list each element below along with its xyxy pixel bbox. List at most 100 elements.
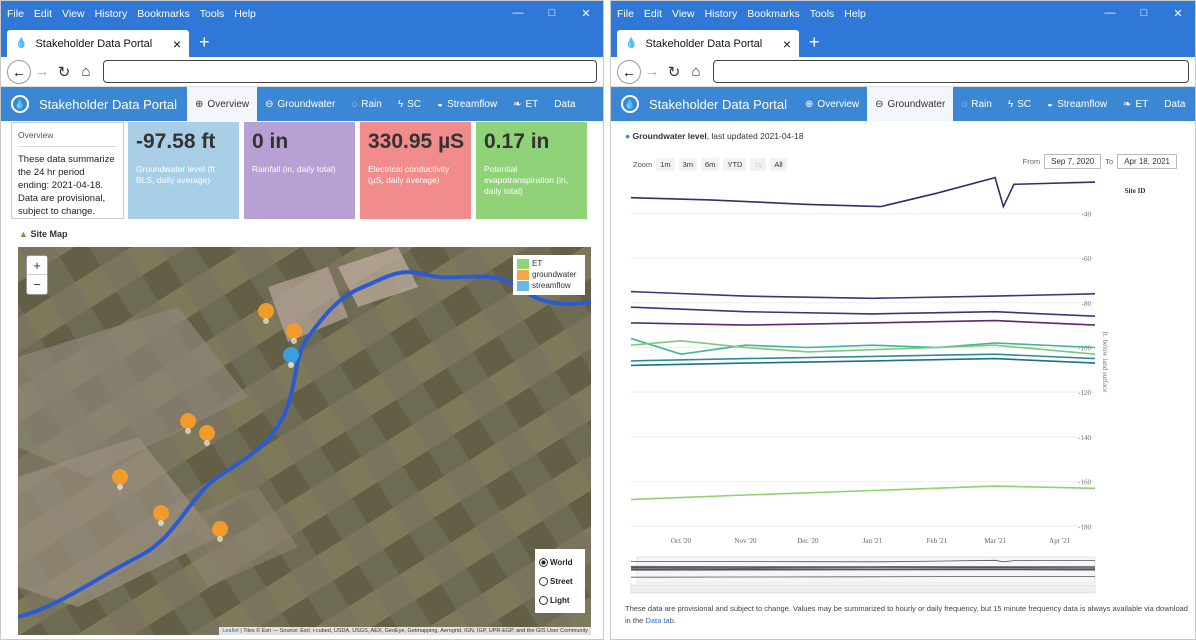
menu-help[interactable]: Help [844, 8, 866, 20]
forward-icon[interactable]: → [641, 63, 663, 80]
app-brand-title: Stakeholder Data Portal [39, 96, 178, 112]
menu-file[interactable]: File [617, 8, 634, 20]
data-tab-link[interactable]: Data tab [645, 616, 673, 625]
menu-help[interactable]: Help [234, 8, 256, 20]
menu-bookmarks[interactable]: Bookmarks [747, 8, 800, 20]
groundwater-marker[interactable] [112, 469, 129, 503]
zoom-label: Zoom [633, 160, 653, 169]
nav-tab-rain[interactable]: ◌ Rain [953, 87, 1000, 121]
series-line-5[interactable] [630, 337, 1096, 356]
close-window-button[interactable]: ✕ [569, 7, 603, 20]
navigation-toolbar: ← → ↻ ⌂ [1, 57, 603, 87]
close-tab-icon[interactable]: × [173, 36, 181, 52]
nav-tab-et[interactable]: ❧ ET [505, 87, 546, 121]
minimize-button[interactable]: — [501, 7, 535, 20]
navigation-toolbar: ← → ↻ ⌂ [611, 57, 1195, 87]
groundwater-marker[interactable] [258, 303, 275, 337]
nav-tab-rain[interactable]: ◌ Rain [343, 87, 390, 121]
series-line-9[interactable] [630, 485, 1096, 501]
nav-label: Overview [817, 98, 860, 110]
x-tick-label: Nov '20 [734, 537, 757, 545]
minimize-button[interactable]: — [1093, 7, 1127, 20]
new-tab-icon[interactable]: + [809, 32, 820, 53]
series-line-1[interactable] [630, 176, 1096, 209]
new-tab-icon[interactable]: + [199, 32, 210, 53]
basemap-option-street[interactable]: Street [539, 572, 581, 591]
sitemap-title-text: Site Map [30, 229, 68, 239]
zoom-6m-button[interactable]: 6m [701, 158, 720, 171]
menu-tools[interactable]: Tools [200, 8, 225, 20]
app-brand[interactable]: 💧 Stakeholder Data Portal [611, 95, 797, 113]
menu-bookmarks[interactable]: Bookmarks [137, 8, 190, 20]
zoom-all-button[interactable]: All [770, 158, 787, 171]
menu-file[interactable]: File [7, 8, 24, 20]
nav-tab-groundwater[interactable]: ⊖ Groundwater [257, 87, 343, 121]
maximize-button[interactable]: □ [535, 7, 569, 20]
series-line-4[interactable] [630, 319, 1096, 326]
groundwater-marker[interactable] [212, 521, 229, 555]
nav-tab-overview[interactable]: ⊕ Overview [187, 87, 258, 121]
nav-tab-data[interactable]: Data [1156, 87, 1193, 121]
browser-tab[interactable]: 💧 Stakeholder Data Portal × [7, 30, 189, 57]
groundwater-chart[interactable]: -40 -60 -80 -100 -120 -140 -160 -180 Oct '20 Nov … [623, 173, 1189, 597]
groundwater-marker[interactable] [180, 413, 197, 447]
menu-view[interactable]: View [672, 8, 695, 20]
menu-history[interactable]: History [705, 8, 738, 20]
menu-edit[interactable]: Edit [644, 8, 662, 20]
basemap-option-light[interactable]: Light [539, 591, 581, 610]
back-icon[interactable]: ← [617, 59, 641, 84]
map-icon: ▲ [19, 229, 28, 239]
zoom-1m-button[interactable]: 1m [656, 158, 675, 171]
menu-tools[interactable]: Tools [810, 8, 835, 20]
zoom-1y-button[interactable]: 1y [750, 158, 767, 171]
minus-circle-icon: ⊖ [265, 98, 274, 110]
maximize-button[interactable]: □ [1127, 7, 1161, 20]
site-map[interactable]: + − ET groundwater streamflow World Stre… [18, 247, 591, 635]
nav-tab-groundwater[interactable]: ⊖ Groundwater [867, 87, 954, 121]
back-icon[interactable]: ← [7, 59, 31, 84]
chart-heading-rest: , last updated 2021-04-18 [706, 131, 804, 141]
groundwater-marker[interactable] [153, 505, 170, 539]
home-icon[interactable]: ⌂ [685, 63, 707, 80]
navigator-scrollbar[interactable] [630, 584, 1096, 594]
menu-view[interactable]: View [62, 8, 85, 20]
app-brand[interactable]: 💧 Stakeholder Data Portal [1, 95, 187, 113]
address-bar[interactable] [713, 60, 1189, 83]
nav-tab-overview[interactable]: ⊕ Overview [797, 87, 867, 121]
nav-label: Data [1164, 98, 1186, 110]
browser-tab[interactable]: 💧 Stakeholder Data Portal × [617, 30, 799, 57]
nav-tab-data[interactable]: Data [546, 87, 583, 121]
nav-tab-sc[interactable]: ϟ SC [390, 87, 429, 121]
nav-tab-sc[interactable]: ϟ SC [1000, 87, 1039, 121]
forward-icon[interactable]: → [31, 63, 53, 80]
card-value: -97.58 ft [136, 130, 216, 153]
card-label: Rainfall (in, daily total) [252, 164, 336, 174]
globe-icon: ⊕ [195, 98, 204, 110]
nav-label: Rain [971, 98, 992, 110]
card-label: Electrical conductivity (µS, daily avera… [368, 164, 450, 185]
series-line-3[interactable] [630, 306, 1096, 317]
nav-tab-et[interactable]: ❧ ET [1115, 87, 1156, 121]
menu-history[interactable]: History [95, 8, 128, 20]
menu-bar: File Edit View History Bookmarks Tools H… [611, 1, 1195, 26]
series-line-2[interactable] [630, 290, 1096, 300]
leaflet-link[interactable]: Leaflet [222, 628, 239, 634]
reload-icon[interactable]: ↻ [53, 63, 75, 81]
nav-label: Overview [207, 98, 250, 110]
streamflow-marker[interactable] [283, 347, 300, 381]
menu-edit[interactable]: Edit [34, 8, 52, 20]
basemap-option-world[interactable]: World [539, 553, 581, 572]
address-bar[interactable] [103, 60, 597, 83]
groundwater-marker[interactable] [199, 425, 216, 459]
nav-tab-streamflow[interactable]: ◒ Streamflow [1039, 87, 1115, 121]
zoom-3m-button[interactable]: 3m [678, 158, 698, 171]
home-icon[interactable]: ⌂ [75, 63, 97, 80]
to-date-input[interactable]: Apr 18, 2021 [1117, 154, 1177, 169]
close-window-button[interactable]: ✕ [1161, 7, 1195, 20]
reload-icon[interactable]: ↻ [663, 63, 685, 81]
card-value: 0 in [252, 130, 289, 153]
nav-tab-streamflow[interactable]: ◒ Streamflow [429, 87, 505, 121]
zoom-ytd-button[interactable]: YTD [723, 158, 747, 171]
from-date-input[interactable]: Sep 7, 2020 [1044, 154, 1102, 169]
close-tab-icon[interactable]: × [783, 36, 791, 52]
